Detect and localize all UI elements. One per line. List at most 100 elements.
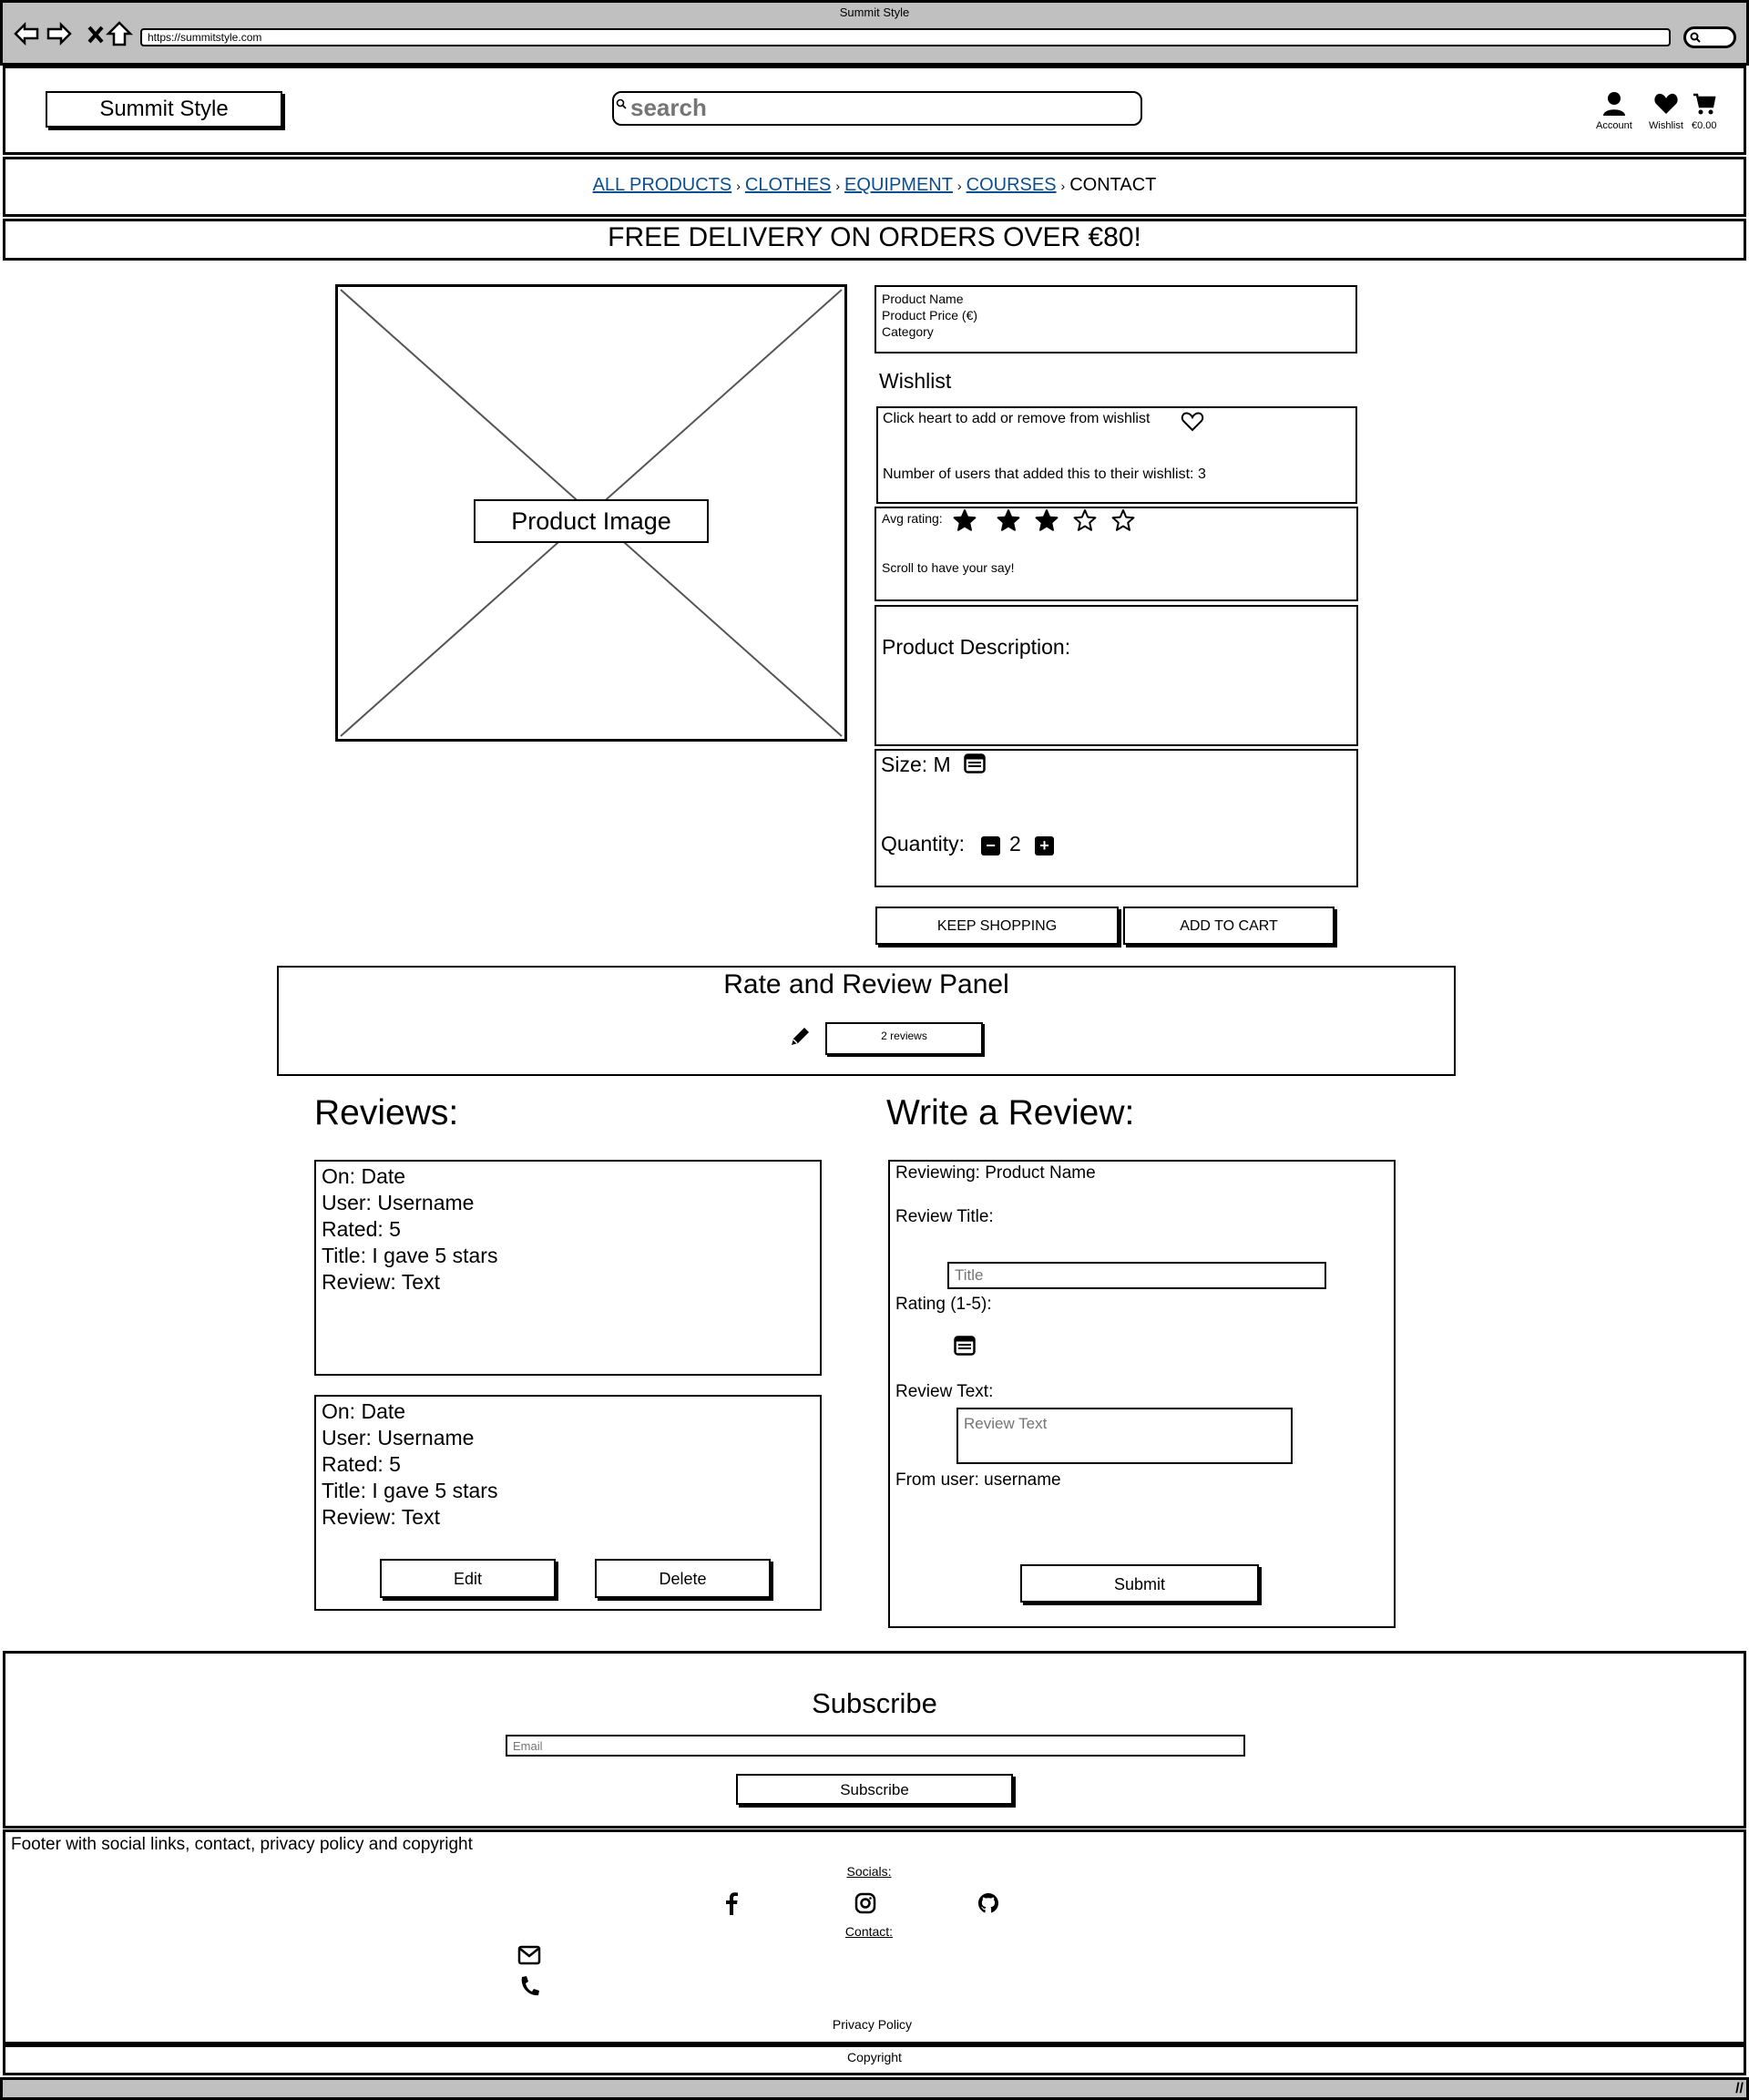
heart-outline-icon[interactable] (1181, 411, 1204, 433)
quantity-value[interactable]: 2 (1009, 832, 1021, 856)
back-arrow-icon[interactable] (13, 20, 40, 47)
rating-dropdown-icon[interactable] (954, 1336, 976, 1356)
star-filled-icon (953, 509, 977, 531)
phone-icon[interactable] (517, 1974, 541, 1998)
product-image-label: Product Image (474, 499, 709, 543)
review-rating: Rated: 5 (322, 1217, 401, 1241)
reviewing-product-label: Reviewing: Product Name (895, 1163, 1096, 1183)
subscribe-button[interactable]: Subscribe (736, 1774, 1013, 1805)
review-rating: Rated: 5 (322, 1452, 401, 1476)
resize-grip-icon[interactable]: // (1735, 2081, 1744, 2097)
keep-shopping-button[interactable]: KEEP SHOPPING (875, 907, 1119, 945)
forward-arrow-icon[interactable] (46, 20, 73, 47)
pencil-icon[interactable] (788, 1025, 812, 1049)
edit-review-button[interactable]: Edit (380, 1559, 556, 1598)
wishlist-label: Wishlist (1649, 120, 1683, 131)
facebook-icon[interactable] (721, 1891, 742, 1915)
delivery-banner-text: FREE DELIVERY ON ORDERS OVER €80! (608, 222, 1141, 252)
review-text-input[interactable] (956, 1408, 1293, 1464)
quantity-decrement-button[interactable]: − (981, 836, 1000, 855)
account-label: Account (1596, 120, 1632, 131)
breadcrumb: ALL PRODUCTS › CLOTHES › EQUIPMENT › COURSES › C… (0, 175, 1749, 196)
cart-link[interactable]: €0.00 (1692, 91, 1717, 131)
product-info-box: Product Name Product Price (€) Category (874, 285, 1357, 353)
size-value: M (933, 753, 951, 776)
breadcrumb-all-products[interactable]: ALL PRODUCTS (593, 175, 732, 195)
scroll-prompt: Scroll to have your say! (882, 560, 1015, 575)
browser-status-bar (0, 2077, 1749, 2100)
avg-rating-label: Avg rating: (882, 511, 943, 526)
plus-icon: + (1039, 836, 1049, 855)
review-card: On: Date User: Username Rated: 5 Title: … (314, 1160, 822, 1376)
search-icon (1690, 32, 1701, 43)
minus-icon: − (986, 836, 996, 855)
review-user: User: Username (322, 1191, 475, 1214)
contact-heading: Contact: (844, 1924, 894, 1939)
window-title: Summit Style (839, 5, 910, 19)
subscribe-heading: Subscribe (812, 1687, 937, 1719)
browser-search-field[interactable] (1683, 26, 1736, 48)
add-to-cart-button[interactable]: ADD TO CART (1123, 907, 1335, 945)
breadcrumb-equipment[interactable]: EQUIPMENT (844, 175, 953, 195)
quantity-increment-button[interactable]: + (1035, 836, 1054, 855)
review-text: Review: Text (322, 1270, 440, 1294)
breadcrumb-contact: CONTACT (1069, 175, 1157, 195)
size-label-text: Size: (881, 753, 928, 776)
privacy-policy-link[interactable]: Privacy Policy (793, 2017, 952, 2032)
product-name: Product Name (882, 292, 964, 306)
wishlist-link[interactable]: Wishlist (1649, 91, 1683, 131)
wishlist-instruction: Click heart to add or remove from wishli… (883, 411, 1151, 426)
envelope-icon[interactable] (517, 1945, 541, 1965)
footer-note: Footer with social links, contact, priva… (11, 1835, 473, 1854)
quantity-label: Quantity: (881, 832, 966, 855)
search-input[interactable] (629, 93, 1130, 122)
review-text-label: Review Text: (895, 1382, 994, 1401)
breadcrumb-separator: › (835, 179, 841, 193)
reviews-count-button[interactable]: 2 reviews (825, 1022, 983, 1055)
wishlist-heading: Wishlist (879, 369, 952, 393)
search-icon (616, 98, 627, 109)
product-price: Product Price (€) (882, 308, 978, 323)
size-label: Size: M (881, 753, 951, 777)
rating-label: Rating (1-5): (895, 1295, 992, 1314)
home-icon[interactable] (106, 20, 133, 47)
reviews-heading: Reviews: (314, 1093, 459, 1132)
user-icon (1602, 92, 1625, 116)
breadcrumb-separator: › (1060, 179, 1066, 193)
star-empty-icon (1111, 509, 1135, 531)
review-title: Title: I gave 5 stars (322, 1479, 498, 1502)
review-date: On: Date (322, 1399, 406, 1423)
address-bar[interactable]: https://summitstyle.com (140, 28, 1671, 46)
logo-button[interactable]: Summit Style (46, 91, 282, 128)
review-title-label: Review Title: (895, 1207, 994, 1226)
heart-icon (1654, 93, 1678, 114)
email-input[interactable] (506, 1735, 1245, 1757)
wishlist-count: Number of users that added this to their… (883, 466, 1206, 482)
submit-review-button[interactable]: Submit (1020, 1564, 1259, 1603)
description-box (874, 605, 1358, 746)
write-review-heading: Write a Review: (886, 1093, 1135, 1132)
breadcrumb-separator: › (956, 179, 962, 193)
review-text: Review: Text (322, 1505, 440, 1529)
copyright-text: Copyright (847, 2050, 902, 2064)
instagram-icon[interactable] (854, 1891, 877, 1915)
review-date: On: Date (322, 1164, 406, 1188)
star-empty-icon (1073, 509, 1097, 531)
review-user: User: Username (322, 1426, 475, 1450)
review-title-input[interactable] (947, 1262, 1326, 1289)
star-filled-icon (1035, 509, 1059, 531)
account-link[interactable]: Account (1596, 91, 1632, 131)
from-user-label: From user: username (895, 1470, 1061, 1490)
review-title: Title: I gave 5 stars (322, 1244, 498, 1267)
breadcrumb-courses[interactable]: COURSES (967, 175, 1057, 195)
description-label: Product Description: (882, 635, 1071, 659)
dropdown-select-icon[interactable] (964, 753, 986, 773)
github-icon[interactable] (977, 1891, 1000, 1915)
breadcrumb-clothes[interactable]: CLOTHES (745, 175, 831, 195)
rate-review-title: Rate and Review Panel (723, 969, 1009, 999)
delete-review-button[interactable]: Delete (595, 1559, 771, 1598)
product-category: Category (882, 324, 934, 339)
breadcrumb-separator: › (736, 179, 741, 193)
cart-icon (1693, 93, 1716, 115)
socials-heading: Socials: (846, 1864, 892, 1879)
